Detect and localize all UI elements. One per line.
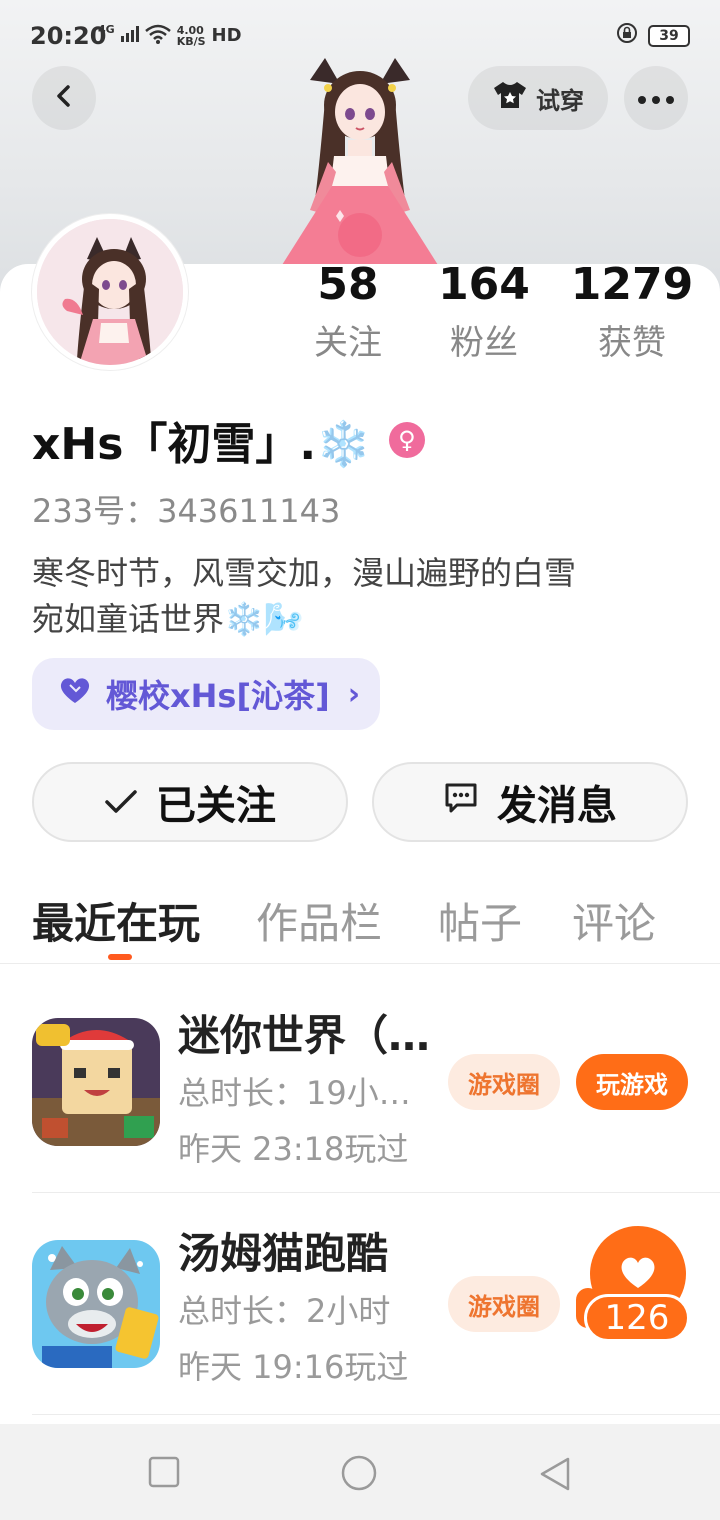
game-item[interactable]: 迷你世界（… 总时长：19小… 昨天 23:18玩过 游戏圈 玩游戏 <box>0 982 720 1204</box>
game-last-played: 昨天 23:18玩过 <box>178 1130 409 1168</box>
tab-works[interactable]: 作品栏 <box>256 890 382 951</box>
stat-following[interactable]: 58 关注 <box>300 258 396 368</box>
more-button[interactable] <box>624 66 688 130</box>
shirt-icon <box>492 80 528 116</box>
stat-followers-label: 粉丝 <box>450 323 518 363</box>
stat-likes-label: 获赞 <box>598 323 666 363</box>
club-name: 樱校xHs[沁茶] <box>106 677 330 715</box>
chevron-left-icon <box>50 82 78 114</box>
speed-unit: KB/S <box>176 34 206 48</box>
user-id: 233号：343611143 <box>32 492 341 530</box>
hd-label: HD <box>211 25 242 46</box>
recent-apps-button[interactable] <box>148 1456 180 1492</box>
followed-label: 已关注 <box>156 783 276 829</box>
bio-line-1: 寒冬时节，风雪交加，漫山遍野的白雪 <box>32 554 577 592</box>
heart-icon <box>618 1254 658 1294</box>
try-on-label: 试穿 <box>536 86 584 115</box>
list-divider <box>32 1192 720 1193</box>
club-badge[interactable]: 樱校xHs[沁茶] › <box>32 658 380 730</box>
stat-following-value: 58 <box>317 259 379 310</box>
profile-name: xHs「初雪」.❄️ <box>32 419 371 470</box>
game-title: 汤姆猫跑酷 <box>178 1229 389 1278</box>
rotation-lock-icon <box>616 22 638 50</box>
stat-followers-value: 164 <box>438 259 530 310</box>
send-message-label: 发消息 <box>497 783 617 829</box>
stat-followers[interactable]: 164 粉丝 <box>428 258 540 368</box>
game-circle-button[interactable]: 游戏圈 <box>448 1054 560 1110</box>
tab-recently-played[interactable]: 最近在玩 <box>32 890 200 951</box>
status-time: 20:20 <box>30 22 107 50</box>
game-icon-mini-world <box>32 1018 160 1146</box>
tab-active-indicator <box>108 954 132 960</box>
like-count: 126 <box>584 1294 690 1342</box>
back-button[interactable] <box>32 66 96 130</box>
stat-likes-value: 1279 <box>570 259 694 310</box>
try-on-button[interactable]: 试穿 <box>468 66 608 130</box>
list-divider <box>32 1414 720 1415</box>
status-icons: 4G 4.00 KB/S HD <box>98 23 242 47</box>
back-nav-button[interactable] <box>538 1456 572 1496</box>
game-duration: 总时长：19小… <box>178 1074 411 1112</box>
stat-following-label: 关注 <box>314 323 382 363</box>
stat-likes[interactable]: 1279 获赞 <box>566 258 698 368</box>
game-title: 迷你世界（… <box>178 1011 431 1060</box>
more-dots-icon <box>638 89 674 108</box>
speed-value: 4.00 <box>176 23 204 37</box>
chevron-right-icon: › <box>347 676 361 712</box>
wifi-icon <box>144 24 171 47</box>
system-nav-bar <box>0 1424 720 1520</box>
send-message-button[interactable]: 发消息 <box>372 762 688 842</box>
floating-like-badge[interactable]: 126 <box>576 1224 692 1344</box>
play-game-button[interactable]: 玩游戏 <box>576 1054 688 1110</box>
game-circle-button[interactable]: 游戏圈 <box>448 1276 560 1332</box>
heart-icon <box>58 675 92 713</box>
female-icon: ♀ <box>388 422 425 458</box>
game-icon-tom-cat <box>32 1240 160 1368</box>
game-last-played: 昨天 19:16玩过 <box>178 1348 409 1386</box>
avatar[interactable] <box>32 214 188 370</box>
network-speed: 4.00 KB/S <box>177 25 206 47</box>
tab-posts[interactable]: 帖子 <box>438 890 522 951</box>
profile-tabs: 最近在玩 作品栏 帖子 评论 <box>0 890 720 964</box>
status-right: 39 <box>616 22 690 50</box>
profile-bio: 寒冬时节，风雪交加，漫山遍野的白雪 宛如童话世界❄️🌬️ <box>32 550 692 642</box>
battery-indicator: 39 <box>648 25 690 47</box>
game-duration: 总时长：2小时 <box>178 1292 391 1330</box>
chat-bubble-icon <box>443 779 479 825</box>
network-label: 4G <box>98 23 115 36</box>
followed-button[interactable]: 已关注 <box>32 762 348 842</box>
bio-line-2: 宛如童话世界❄️🌬️ <box>32 600 304 638</box>
character-illustration <box>270 50 450 270</box>
home-button[interactable] <box>340 1454 378 1496</box>
signal-icon <box>120 26 139 45</box>
tab-comments[interactable]: 评论 <box>572 890 656 951</box>
checkmark-icon <box>104 779 138 825</box>
name-row: xHs「初雪」.❄️ ♀ <box>32 408 425 472</box>
